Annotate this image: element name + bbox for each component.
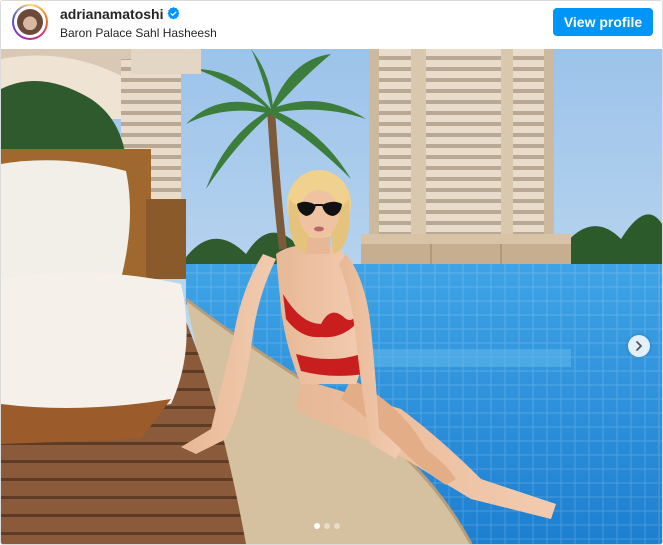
post-photo[interactable]	[1, 49, 662, 544]
avatar-face	[17, 9, 43, 35]
carousel-dot[interactable]	[334, 523, 340, 529]
username-row: adrianamatoshi	[60, 6, 180, 22]
carousel-next-button[interactable]	[628, 335, 650, 357]
carousel-dot[interactable]	[314, 523, 320, 529]
avatar-image	[14, 6, 46, 38]
avatar[interactable]	[12, 4, 48, 40]
verified-badge-icon	[167, 7, 180, 20]
photo-illustration	[1, 49, 662, 544]
carousel-dot[interactable]	[324, 523, 330, 529]
carousel-dots	[314, 523, 340, 529]
post-header: adrianamatoshi Baron Palace Sahl Hashees…	[1, 1, 662, 48]
chevron-right-icon	[636, 341, 642, 351]
view-profile-button[interactable]: View profile	[553, 8, 653, 36]
location-link[interactable]: Baron Palace Sahl Hasheesh	[60, 26, 217, 40]
username[interactable]: adrianamatoshi	[60, 6, 163, 22]
instagram-embed-card: adrianamatoshi Baron Palace Sahl Hashees…	[0, 0, 663, 545]
